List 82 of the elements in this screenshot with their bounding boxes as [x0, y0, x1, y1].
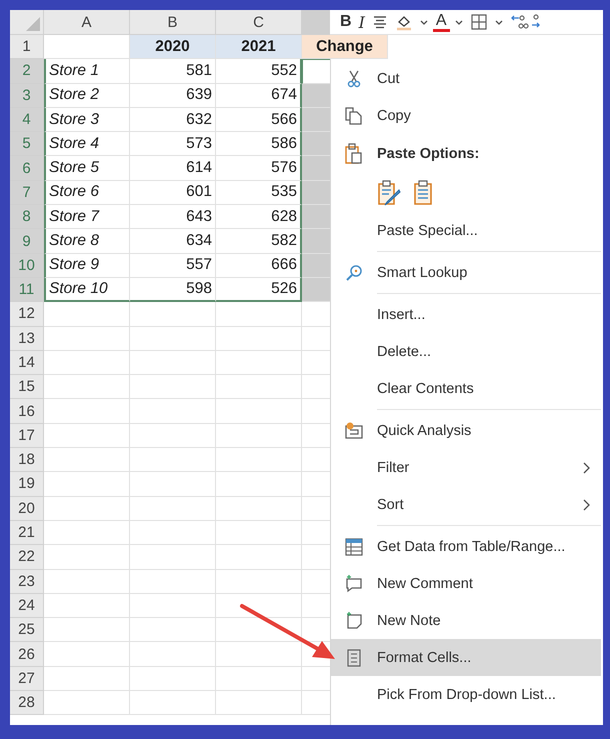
menu-item[interactable]: New Comment — [331, 565, 601, 602]
table-cell: 601 — [130, 180, 216, 206]
table-cell: 2020 — [130, 35, 216, 60]
table-icon — [345, 538, 363, 556]
table-cell: Store 7 — [44, 205, 130, 230]
row-header[interactable]: 22 — [10, 545, 44, 570]
column-header[interactable]: A — [44, 10, 130, 35]
caret-icon[interactable] — [454, 18, 463, 26]
format-cells-icon — [346, 648, 362, 666]
italic-button[interactable]: I — [356, 11, 367, 33]
table-cell: 598 — [130, 278, 216, 302]
row-header[interactable]: 16 — [10, 399, 44, 424]
table-cell: Store 1 — [44, 59, 130, 84]
row-header[interactable]: 19 — [10, 472, 44, 497]
menu-item[interactable]: Insert... — [331, 296, 601, 333]
chevron-right-icon — [583, 462, 591, 474]
section-heading: Paste Options: — [377, 146, 480, 162]
clipboard-icon — [344, 143, 364, 165]
table-cell: Store 4 — [44, 132, 130, 156]
row-header[interactable]: 24 — [10, 594, 44, 618]
table-cell: 614 — [130, 156, 216, 181]
menu-item[interactable]: Copy — [331, 97, 601, 134]
caret-icon[interactable] — [494, 18, 503, 26]
borders-icon[interactable] — [470, 13, 488, 31]
menu-item[interactable]: Smart Lookup — [331, 254, 601, 291]
table-cell: Store 2 — [44, 84, 130, 108]
table-cell: Store 10 — [44, 278, 130, 302]
row-header[interactable]: 25 — [10, 618, 44, 642]
row-header[interactable]: 13 — [10, 326, 44, 351]
table-cell: Change — [302, 35, 388, 60]
menu-item[interactable]: Sort — [331, 486, 601, 523]
menu-item[interactable]: New Note — [331, 602, 601, 639]
row-header[interactable]: 15 — [10, 375, 44, 400]
menu-item[interactable]: Cut — [331, 60, 601, 97]
row-header[interactable]: 21 — [10, 520, 44, 546]
row-header[interactable]: 1 — [10, 35, 44, 60]
comment-icon — [345, 574, 363, 592]
menu-item[interactable]: Format Cells... — [331, 639, 601, 676]
row-header[interactable]: 26 — [10, 642, 44, 667]
menu-item[interactable]: Pick From Drop-down List... — [331, 676, 601, 713]
table-cell: 639 — [130, 84, 216, 108]
column-header[interactable]: C — [216, 10, 302, 35]
table-cell: 632 — [130, 108, 216, 132]
chevron-right-icon — [583, 498, 591, 510]
row-header[interactable]: 17 — [10, 424, 44, 448]
table-cell: 573 — [130, 132, 216, 156]
table-cell: 557 — [130, 254, 216, 278]
row-header[interactable]: 28 — [10, 691, 44, 716]
menu-item[interactable]: Filter — [331, 449, 601, 486]
menu-item[interactable]: Paste Special... — [331, 212, 601, 249]
table-cell: 581 — [130, 59, 216, 84]
bold-button[interactable]: B — [338, 11, 354, 33]
table-cell: Store 8 — [44, 229, 130, 254]
row-header[interactable]: 27 — [10, 666, 44, 692]
quick-analysis-icon — [344, 422, 364, 440]
table-cell: Store 6 — [44, 180, 130, 206]
paste-formatting-button[interactable] — [375, 178, 403, 208]
decimal-places-icon[interactable] — [510, 13, 540, 31]
row-header[interactable]: 14 — [10, 350, 44, 376]
note-icon — [345, 612, 363, 630]
paste-button[interactable] — [411, 178, 435, 208]
caret-icon[interactable] — [420, 18, 428, 26]
table-cell: Store 5 — [44, 156, 130, 181]
table-cell: Store 9 — [44, 254, 130, 278]
menu-item[interactable]: Quick Analysis — [331, 412, 601, 449]
copy-icon — [344, 106, 364, 126]
menu-item[interactable]: Get Data from Table/Range... — [331, 528, 601, 565]
row-header[interactable]: 23 — [10, 570, 44, 594]
menu-item[interactable]: Delete... — [331, 333, 601, 370]
row-header[interactable]: 12 — [10, 302, 44, 327]
table-cell: Store 3 — [44, 108, 130, 132]
align-center-icon[interactable] — [372, 14, 388, 30]
row-header[interactable]: 18 — [10, 448, 44, 472]
table-cell: 2021 — [216, 35, 302, 60]
font-color-button[interactable]: A — [432, 12, 450, 32]
table-cell: 643 — [130, 205, 216, 230]
menu-item[interactable]: Clear Contents — [331, 370, 601, 407]
row-header[interactable]: 20 — [10, 496, 44, 521]
magnifier-icon — [345, 264, 363, 282]
scissors-icon — [345, 70, 363, 88]
table-cell: 634 — [130, 229, 216, 254]
column-header[interactable]: B — [130, 10, 216, 35]
